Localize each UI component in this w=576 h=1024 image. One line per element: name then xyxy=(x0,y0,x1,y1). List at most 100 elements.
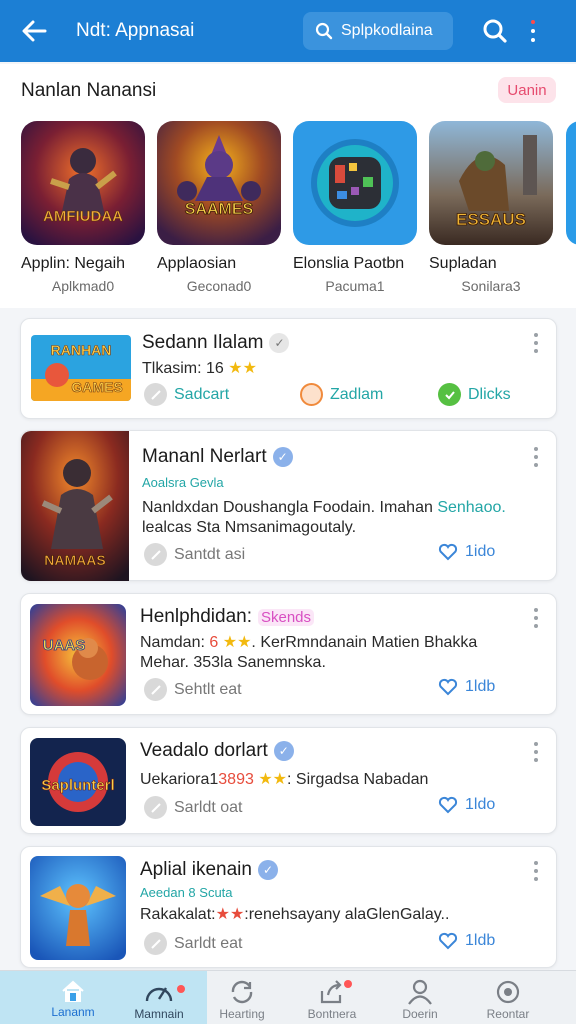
like-button[interactable]: 1ldb xyxy=(438,678,495,696)
art-text: NAMAAS xyxy=(44,552,105,568)
like-button[interactable]: 1ldo xyxy=(438,796,495,814)
action-button[interactable]: Santdt asi xyxy=(144,543,245,566)
featured-tile[interactable]: Elonslia Paotbn Pacuma1 xyxy=(293,121,417,294)
card-overflow-menu[interactable] xyxy=(527,859,545,883)
featured-tile-peek[interactable] xyxy=(566,121,576,245)
description-text: lealcas Sta Nmsanimagoutaly. xyxy=(142,519,357,536)
circle-icon xyxy=(144,543,167,566)
app-title: Henlphdidan: Skends xyxy=(140,606,315,628)
tile-subtitle: Aplkmad0 xyxy=(51,278,115,294)
notification-dot xyxy=(344,980,352,988)
tile-title: Applin: Negaih xyxy=(21,255,126,272)
description-text: Nanldxdan Doushangla Foodain. Imahan xyxy=(142,499,438,516)
action-label: Dlicks xyxy=(468,385,511,403)
rating-number: 3893 xyxy=(218,771,254,788)
rating-number: 6 xyxy=(209,634,219,651)
refresh-icon xyxy=(231,980,253,1004)
app-list-item[interactable]: Aplial ikenain ✓ Aeedan 8 Scuta Rakakala… xyxy=(20,846,557,968)
tile-title: Supladan xyxy=(429,255,497,272)
description-text: :renehsayany alaGlenGalay.. xyxy=(244,906,450,923)
back-button[interactable] xyxy=(14,11,54,51)
heart-icon xyxy=(438,543,458,561)
action-button[interactable]: Sehtlt eat xyxy=(144,678,242,701)
nav-label: Doerin xyxy=(402,1007,438,1021)
card-overflow-menu[interactable] xyxy=(527,740,545,764)
action-button[interactable]: Dlicks xyxy=(438,383,511,406)
like-button[interactable]: 1ido xyxy=(438,543,495,561)
app-title: Ndt: Appnasai xyxy=(76,20,195,41)
overflow-menu-button[interactable] xyxy=(523,13,543,49)
notification-dot xyxy=(531,20,535,24)
app-title: Sedann Ilalam ✓ xyxy=(142,332,290,354)
app-list-item[interactable]: UAAS Henlphdidan: Skends Namdan: 6 ★★. K… xyxy=(20,593,557,715)
app-thumbnail: Saplunterl xyxy=(30,738,126,826)
action-button[interactable]: Sarldt oat xyxy=(144,796,242,819)
action-label: Santdt asi xyxy=(174,545,246,563)
home-icon xyxy=(62,980,84,1002)
circle-icon xyxy=(144,932,167,955)
nav-item-share[interactable]: Bontnera xyxy=(287,971,377,1024)
nav-label: Lananm xyxy=(51,1005,95,1019)
app-list-item[interactable]: Saplunterl Veadalo dorlart ✓ Uekariora13… xyxy=(20,727,557,834)
app-meta: Uekariora13893 ★★: Sirgadsa Nabadan xyxy=(140,770,520,790)
app-meta-text: : Sirgadsa Nabadan xyxy=(287,771,429,788)
nav-label: Reontar xyxy=(486,1007,530,1021)
nav-item-settings[interactable]: Reontar xyxy=(463,971,553,1024)
tile-title: Elonslia Paotbn xyxy=(293,255,405,272)
card-overflow-menu[interactable] xyxy=(527,331,545,355)
nav-label: Mamnain xyxy=(134,1007,184,1021)
app-list-item[interactable]: RANHAN GAMES Sedann Ilalam ✓ Tlkasim: 16… xyxy=(20,318,557,419)
search-button[interactable] xyxy=(479,15,511,47)
circle-icon xyxy=(144,796,167,819)
nav-item-dashboard[interactable]: Mamnain xyxy=(114,971,204,1024)
featured-section: Nanlan Nanansi AMFIUDAA Applin: Negaih A… xyxy=(0,64,576,308)
verified-icon: ✓ xyxy=(273,741,294,761)
description-text: KerRmndanain Matien Bhakka xyxy=(255,634,478,651)
tile-title: Applaosian xyxy=(157,255,237,272)
top-app-bar: Ndt: Appnasai Splpkodlaina xyxy=(0,0,576,62)
like-button[interactable]: 1ldb xyxy=(438,932,495,950)
heart-icon xyxy=(438,678,458,696)
art-text: GAMES xyxy=(71,379,122,395)
star-rating-icon: ★★ xyxy=(222,634,252,651)
profile-icon xyxy=(408,979,432,1005)
app-description: Namdan: 6 ★★. KerRmndanain Matien Bhakka… xyxy=(140,634,478,671)
tag-badge: Skends xyxy=(257,608,315,626)
tile-subtitle: Sonilara3 xyxy=(461,278,521,294)
tile-subtitle: Pacuma1 xyxy=(325,278,385,294)
action-button[interactable]: Zadlam xyxy=(300,383,383,406)
action-label: 1ldo xyxy=(465,796,496,813)
description-text: Mehar. 353la Sanemnska. xyxy=(140,654,326,671)
app-developer: Aeedan 8 Scuta xyxy=(140,885,233,900)
tile-subtitle: Geconad0 xyxy=(186,278,252,294)
app-title-text: Sedann Ilalam xyxy=(142,332,264,353)
card-overflow-menu[interactable] xyxy=(527,445,545,469)
verified-icon: ✓ xyxy=(272,447,293,467)
circle-icon xyxy=(144,383,167,406)
back-arrow-icon xyxy=(22,20,47,42)
nav-item-profile[interactable]: Doerin xyxy=(375,971,465,1024)
art-text: Saplunterl xyxy=(41,777,114,794)
status-badge: Uanin xyxy=(498,77,556,103)
action-button[interactable]: Sarldt eat xyxy=(144,932,242,955)
app-developer: Aoalsra Gevla xyxy=(142,475,224,490)
app-title-text: Mananl Nerlart xyxy=(142,446,267,467)
nav-item-home[interactable]: Lananm xyxy=(28,971,118,1024)
search-field-button[interactable]: Splpkodlaina xyxy=(303,12,453,50)
featured-tile[interactable]: ESSAUS Supladan Sonilara3 xyxy=(429,121,553,294)
art-text: ESSAUS xyxy=(456,210,526,229)
star-rating-icon: ★★ xyxy=(228,360,257,377)
featured-tile[interactable]: AMFIUDAA Applin: Negaih Aplkmad0 xyxy=(21,121,145,294)
search-icon xyxy=(315,22,333,40)
featured-tile[interactable]: SAAMES Applaosian Geconad0 xyxy=(157,121,281,294)
app-list-item[interactable]: NAMAAS Mananl Nerlart ✓ Aoalsra Gevla Na… xyxy=(20,430,557,581)
star-rating-icon: ★★ xyxy=(215,906,245,923)
check-icon xyxy=(438,383,461,406)
nav-item-sync[interactable]: Hearting xyxy=(197,971,287,1024)
action-button[interactable]: Sadcart xyxy=(144,383,229,406)
nav-label: Hearting xyxy=(219,1007,265,1021)
heart-icon xyxy=(438,932,458,950)
card-overflow-menu[interactable] xyxy=(527,606,545,630)
share-icon xyxy=(320,980,342,1004)
app-artwork: AMFIUDAA xyxy=(21,121,145,245)
